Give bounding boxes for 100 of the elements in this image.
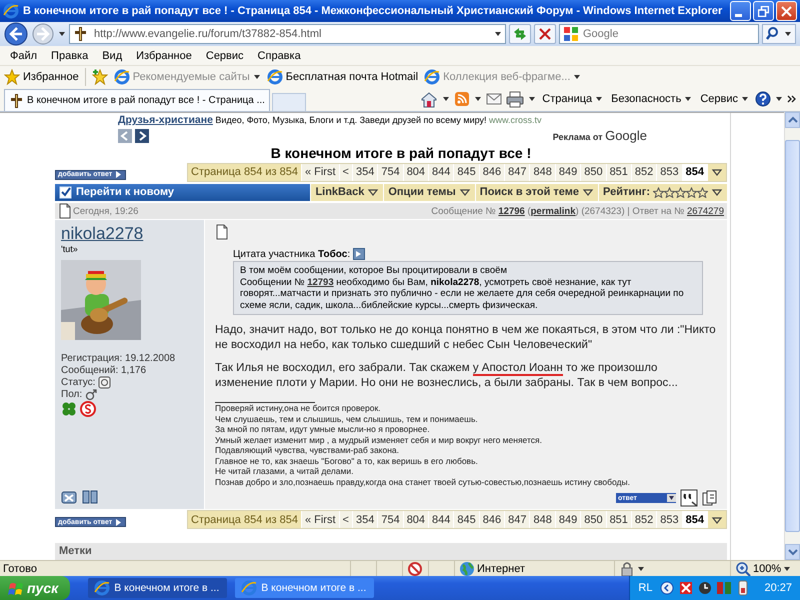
- page-link[interactable]: 845: [453, 511, 479, 528]
- page-link[interactable]: 847: [504, 164, 530, 181]
- page-link[interactable]: 804: [402, 164, 428, 181]
- taskbar-button[interactable]: В конечном итоге в ...: [88, 578, 228, 598]
- clover-icon[interactable]: [61, 401, 77, 417]
- page-link[interactable]: 854: [682, 164, 707, 181]
- thread-menu[interactable]: LinkBack: [310, 184, 384, 201]
- search-field[interactable]: Google: [559, 24, 759, 44]
- dropdown-icon[interactable]: [474, 95, 482, 103]
- page-link[interactable]: 354: [352, 511, 378, 528]
- report-icon[interactable]: [61, 489, 77, 505]
- command-menu[interactable]: Безопасность: [609, 93, 694, 105]
- page-label[interactable]: Страница 854 из 854: [188, 511, 301, 528]
- username-link[interactable]: nikola2278: [61, 224, 144, 244]
- printer-icon[interactable]: [506, 90, 524, 108]
- page-link[interactable]: 854: [682, 511, 707, 528]
- page-menu-button[interactable]: [707, 164, 726, 181]
- first-page-link[interactable]: « First: [300, 511, 339, 528]
- thread-menu[interactable]: Опции темы: [383, 184, 475, 201]
- home-icon[interactable]: [420, 90, 438, 108]
- page-menu-button[interactable]: [707, 511, 726, 528]
- page-link[interactable]: 354: [352, 164, 378, 181]
- page-link[interactable]: 844: [428, 511, 454, 528]
- stop-button[interactable]: [534, 24, 556, 44]
- restore-button[interactable]: [753, 1, 774, 21]
- dropdown-icon[interactable]: [775, 95, 783, 103]
- menu-item[interactable]: Файл: [4, 48, 44, 62]
- minimize-button[interactable]: [730, 1, 751, 21]
- page-link[interactable]: 850: [580, 164, 606, 181]
- search-button[interactable]: [762, 24, 796, 44]
- tray-icon[interactable]: [659, 580, 676, 596]
- page-link[interactable]: 754: [377, 164, 403, 181]
- page-link[interactable]: 846: [478, 511, 504, 528]
- page-link[interactable]: 845: [453, 164, 479, 181]
- menu-item[interactable]: Вид: [96, 48, 128, 62]
- browser-tab[interactable]: В конечном итоге в рай попадут все ! - Страница ...: [4, 89, 270, 111]
- thread-menu[interactable]: Поиск в этой теме: [474, 184, 598, 201]
- jump-to-new-button[interactable]: Перейти к новому: [55, 184, 310, 201]
- scroll-up-button[interactable]: [785, 112, 800, 128]
- lock-icon[interactable]: [619, 560, 635, 576]
- page-link[interactable]: 848: [529, 164, 555, 181]
- taskbar-button[interactable]: В конечном итоге в ...: [235, 578, 374, 598]
- skype-icon[interactable]: [80, 401, 96, 417]
- dropdown-icon[interactable]: [442, 95, 450, 103]
- add-favorite-icon[interactable]: [92, 69, 108, 85]
- back-button[interactable]: [4, 22, 28, 46]
- help-icon[interactable]: [755, 91, 771, 107]
- page-link[interactable]: 850: [580, 511, 606, 528]
- page-link[interactable]: 848: [529, 511, 555, 528]
- page-link[interactable]: 754: [377, 511, 403, 528]
- close-button[interactable]: [776, 1, 797, 21]
- page-link[interactable]: 849: [554, 511, 580, 528]
- book-icon[interactable]: [82, 489, 98, 505]
- ad-link[interactable]: Друзья-христиане: [118, 114, 213, 126]
- dropdown-icon[interactable]: [637, 564, 645, 572]
- menu-item[interactable]: Избранное: [130, 48, 198, 62]
- address-input[interactable]: http://www.evangelie.ru/forum/t37882-854.html: [90, 26, 492, 42]
- dropdown-icon[interactable]: [494, 30, 502, 38]
- page-link[interactable]: 849: [554, 164, 580, 181]
- dropdown-icon[interactable]: [58, 30, 66, 38]
- page-link[interactable]: 844: [428, 164, 454, 181]
- page-link[interactable]: 851: [606, 164, 631, 181]
- page-link[interactable]: 846: [478, 164, 504, 181]
- page-link[interactable]: 851: [606, 511, 631, 528]
- previous-page-link[interactable]: <: [338, 511, 352, 528]
- first-page-link[interactable]: « First: [300, 164, 339, 181]
- page-link[interactable]: 852: [630, 511, 656, 528]
- refresh-button[interactable]: [509, 24, 531, 44]
- scroll-thumb[interactable]: [785, 140, 800, 532]
- inline-link[interactable]: 2674279: [687, 206, 724, 216]
- go-to-quote-icon[interactable]: [353, 248, 366, 260]
- menu-item[interactable]: Справка: [252, 48, 307, 62]
- mail-icon[interactable]: [486, 91, 502, 107]
- quote-icon[interactable]: [680, 489, 698, 507]
- menu-item[interactable]: Сервис: [200, 48, 250, 62]
- inline-link[interactable]: 12793: [307, 276, 334, 288]
- page-link[interactable]: 804: [402, 511, 428, 528]
- inline-link[interactable]: 12796: [498, 206, 525, 216]
- next-ad-button[interactable]: [135, 128, 149, 143]
- dropdown-icon: [684, 95, 692, 103]
- address-field[interactable]: http://www.evangelie.ru/forum/t37882-854.html: [69, 24, 506, 44]
- multi-quote-icon[interactable]: [702, 490, 717, 506]
- scroll-down-button[interactable]: [785, 544, 800, 560]
- menu-item[interactable]: Правка: [45, 48, 94, 62]
- tray-icon[interactable]: [697, 580, 714, 596]
- previous-page-link[interactable]: <: [338, 164, 352, 181]
- language-indicator[interactable]: RL: [638, 582, 652, 594]
- chevron-icon[interactable]: [787, 95, 796, 103]
- page-link[interactable]: 852: [630, 164, 656, 181]
- inline-link[interactable]: permalink: [530, 206, 576, 216]
- favorites-link[interactable]: Бесплатная почта Hotmail: [266, 69, 418, 85]
- favorites-button[interactable]: Избранное: [4, 69, 79, 85]
- command-menu[interactable]: Сервис: [698, 93, 751, 105]
- page-link[interactable]: 847: [504, 511, 530, 528]
- command-menu[interactable]: Страница: [540, 93, 606, 105]
- rating-menu[interactable]: Рейтинг:: [598, 184, 727, 201]
- search-input[interactable]: Google: [579, 26, 755, 42]
- page-icon: [424, 69, 440, 85]
- dropdown-icon[interactable]: [528, 95, 536, 103]
- page-label[interactable]: Страница 854 из 854: [188, 164, 301, 181]
